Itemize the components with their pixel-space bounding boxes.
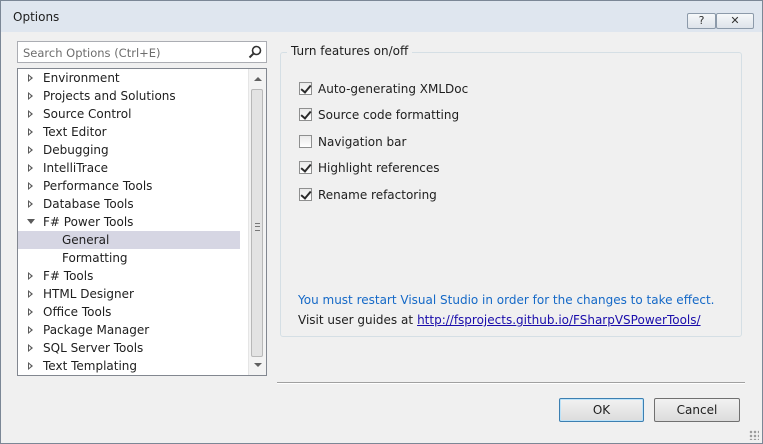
search-box[interactable] <box>17 41 267 63</box>
collapsed-arrow-icon[interactable] <box>28 308 33 316</box>
tree-item-label: Text Editor <box>43 125 107 139</box>
grip-icon <box>255 223 260 231</box>
options-tree: Environment Projects and Solutions Source … <box>17 68 267 376</box>
tree-list: Environment Projects and Solutions Source … <box>18 69 240 376</box>
help-button[interactable]: ? <box>687 13 716 29</box>
tree-item[interactable]: HTML Designer <box>18 285 240 303</box>
options-dialog: Options ? ✕ Environment Projects and Solu… <box>0 0 763 444</box>
collapsed-arrow-icon[interactable] <box>28 74 33 82</box>
group-title: Turn features on/off <box>287 44 413 58</box>
tree-item[interactable]: Package Manager <box>18 321 240 339</box>
feature-label: Rename refactoring <box>318 188 437 202</box>
feature-checkbox[interactable] <box>299 188 312 201</box>
tree-item-label: Package Manager <box>43 323 150 337</box>
cancel-button[interactable]: Cancel <box>654 398 740 422</box>
collapsed-arrow-icon[interactable] <box>28 164 33 172</box>
scroll-up-icon[interactable] <box>254 77 262 81</box>
tree-item-label: Web Performance Test Tools <box>43 375 210 376</box>
tree-item[interactable]: Performance Tools <box>18 177 240 195</box>
tree-item-label: Source Control <box>43 107 132 121</box>
collapsed-arrow-icon[interactable] <box>28 128 33 136</box>
tree-scrollbar[interactable] <box>248 69 266 375</box>
tree-item-label: Environment <box>43 71 120 85</box>
collapsed-arrow-icon[interactable] <box>28 344 33 352</box>
feature-checkbox[interactable] <box>299 108 312 121</box>
collapsed-arrow-icon[interactable] <box>28 290 33 298</box>
scroll-down-icon[interactable] <box>254 363 262 367</box>
tree-item-label: Formatting <box>62 251 128 265</box>
tree-item[interactable]: Text Templating <box>18 357 240 375</box>
tree-item-label: Database Tools <box>43 197 134 211</box>
tree-item-label: Debugging <box>43 143 109 157</box>
tree-item-label: Text Templating <box>43 359 138 373</box>
tree-item[interactable]: Projects and Solutions <box>18 87 240 105</box>
tree-item[interactable]: F# Tools <box>18 267 240 285</box>
feature-checkbox[interactable] <box>299 135 312 148</box>
tree-item[interactable]: Web Performance Test Tools <box>18 375 240 376</box>
collapsed-arrow-icon[interactable] <box>28 272 33 280</box>
feature-checkbox[interactable] <box>299 82 312 95</box>
user-guides-line: Visit user guides at http://fsprojects.gi… <box>298 313 701 327</box>
tree-item[interactable]: IntelliTrace <box>18 159 240 177</box>
collapsed-arrow-icon[interactable] <box>28 362 33 370</box>
ok-button[interactable]: OK <box>559 398 644 422</box>
tree-item[interactable]: General <box>18 231 240 249</box>
restart-note: You must restart Visual Studio in order … <box>298 293 715 307</box>
collapsed-arrow-icon[interactable] <box>28 110 33 118</box>
collapsed-arrow-icon[interactable] <box>28 182 33 190</box>
tree-item[interactable]: SQL Server Tools <box>18 339 240 357</box>
tree-item[interactable]: Formatting <box>18 249 240 267</box>
tree-item-label: General <box>62 233 110 247</box>
tree-item-label: SQL Server Tools <box>43 341 144 355</box>
visit-prefix: Visit user guides at <box>298 313 414 327</box>
collapsed-arrow-icon[interactable] <box>28 200 33 208</box>
tree-item-label: Office Tools <box>43 305 112 319</box>
collapsed-arrow-icon[interactable] <box>28 92 33 100</box>
search-icon[interactable] <box>248 45 262 59</box>
feature-label: Navigation bar <box>318 135 407 149</box>
tree-item-label: IntelliTrace <box>43 161 109 175</box>
feature-checkbox[interactable] <box>299 161 312 174</box>
close-button[interactable]: ✕ <box>716 13 754 29</box>
window-title: Options <box>13 10 60 24</box>
search-input[interactable] <box>21 44 245 62</box>
collapsed-arrow-icon[interactable] <box>28 326 33 334</box>
tree-item[interactable]: F# Power Tools <box>18 213 240 231</box>
scroll-thumb[interactable] <box>251 89 263 357</box>
collapsed-arrow-icon[interactable] <box>28 146 33 154</box>
tree-item[interactable]: Office Tools <box>18 303 240 321</box>
tree-item-label: F# Power Tools <box>43 215 134 229</box>
feature-label: Auto-generating XMLDoc <box>318 82 469 96</box>
tree-item[interactable]: Source Control <box>18 105 240 123</box>
tree-item-label: HTML Designer <box>43 287 134 301</box>
tree-item[interactable]: Environment <box>18 69 240 87</box>
tree-item-label: Projects and Solutions <box>43 89 176 103</box>
resize-grip-icon[interactable] <box>749 430 759 440</box>
feature-label: Highlight references <box>318 161 440 175</box>
expanded-arrow-icon[interactable] <box>27 219 35 224</box>
title-bar: Options ? ✕ <box>1 1 762 32</box>
tree-item[interactable]: Database Tools <box>18 195 240 213</box>
tree-item[interactable]: Text Editor <box>18 123 240 141</box>
feature-label: Source code formatting <box>318 108 460 122</box>
tree-item-label: F# Tools <box>43 269 94 283</box>
user-guides-link[interactable]: http://fsprojects.github.io/FSharpVSPowe… <box>417 313 701 327</box>
tree-item[interactable]: Debugging <box>18 141 240 159</box>
tree-item-label: Performance Tools <box>43 179 153 193</box>
dialog-body: Environment Projects and Solutions Source … <box>7 32 756 437</box>
divider <box>277 382 745 384</box>
